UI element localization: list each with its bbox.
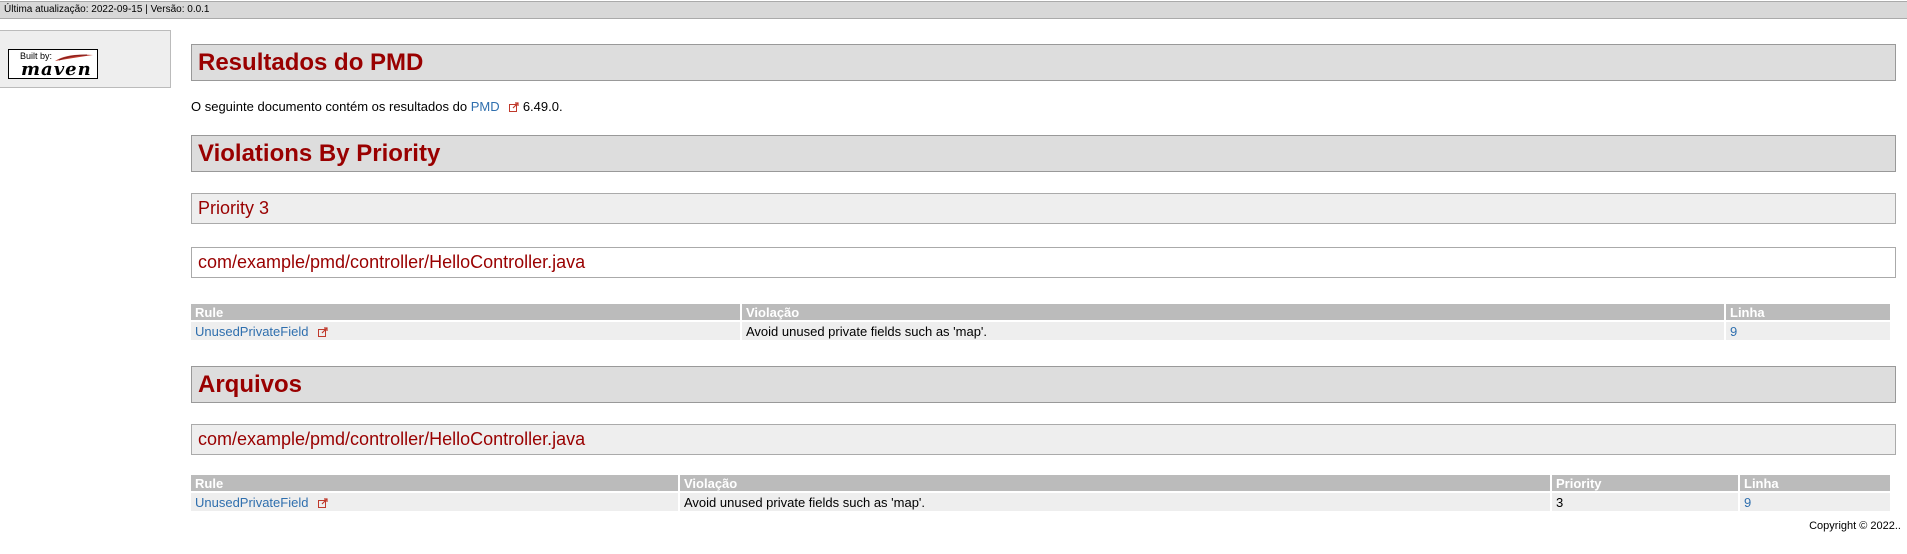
column-header-violation: Violação — [680, 475, 1550, 493]
table-header-row: Rule Violação Priority Linha — [191, 475, 1890, 493]
table-row: UnusedPrivateField Avoid unused private … — [191, 322, 1890, 340]
files-heading: Arquivos — [191, 366, 1896, 403]
line-link[interactable]: 9 — [1744, 495, 1751, 510]
violation-cell: Avoid unused private fields such as 'map… — [680, 493, 1550, 511]
column-header-priority: Priority — [1552, 475, 1738, 493]
violations-by-priority-table: Rule Violação Linha UnusedPrivateField A… — [189, 304, 1892, 340]
last-updated-bar: Última atualização: 2022-09-15 | Versão:… — [0, 1, 1907, 19]
external-link-icon[interactable] — [318, 497, 328, 508]
line-cell: 9 — [1726, 322, 1890, 340]
copyright-text: Copyright © 2022.. — [1809, 520, 1901, 532]
priority-3-heading: Priority 3 — [191, 193, 1896, 224]
external-link-icon[interactable] — [318, 326, 328, 337]
maven-wordmark: maven — [21, 59, 92, 80]
page-title: Resultados do PMD — [191, 44, 1896, 81]
pmd-version: 6.49.0. — [522, 99, 563, 114]
line-cell: 9 — [1740, 493, 1890, 511]
built-by-maven-logo[interactable]: Built by: maven — [8, 49, 98, 80]
column-header-line: Linha — [1740, 475, 1890, 493]
rule-link[interactable]: UnusedPrivateField — [195, 324, 308, 339]
external-link-icon[interactable] — [509, 102, 519, 112]
intro-text: O seguinte documento contém os resultado… — [191, 99, 468, 114]
intro-paragraph: O seguinte documento contém os resultado… — [191, 99, 563, 114]
violation-cell: Avoid unused private fields such as 'map… — [742, 322, 1724, 340]
files-table: Rule Violação Priority Linha UnusedPriva… — [189, 475, 1892, 511]
rule-link[interactable]: UnusedPrivateField — [195, 495, 308, 510]
last-updated-text: Última atualização: 2022-09-15 | Versão:… — [4, 4, 210, 15]
table-row: UnusedPrivateField Avoid unused private … — [191, 493, 1890, 511]
violations-by-priority-heading: Violations By Priority — [191, 135, 1896, 172]
line-link[interactable]: 9 — [1730, 324, 1737, 339]
column-header-rule: Rule — [191, 304, 740, 322]
priority-file-heading: com/example/pmd/controller/HelloControll… — [191, 247, 1896, 278]
left-sidebar: Built by: maven — [0, 30, 171, 88]
files-file-heading: com/example/pmd/controller/HelloControll… — [191, 424, 1896, 455]
rule-cell: UnusedPrivateField — [191, 493, 678, 511]
rule-cell: UnusedPrivateField — [191, 322, 740, 340]
priority-cell: 3 — [1552, 493, 1738, 511]
column-header-violation: Violação — [742, 304, 1724, 322]
pmd-link[interactable]: PMD — [471, 99, 500, 114]
column-header-rule: Rule — [191, 475, 678, 493]
column-header-line: Linha — [1726, 304, 1890, 322]
table-header-row: Rule Violação Linha — [191, 304, 1890, 322]
